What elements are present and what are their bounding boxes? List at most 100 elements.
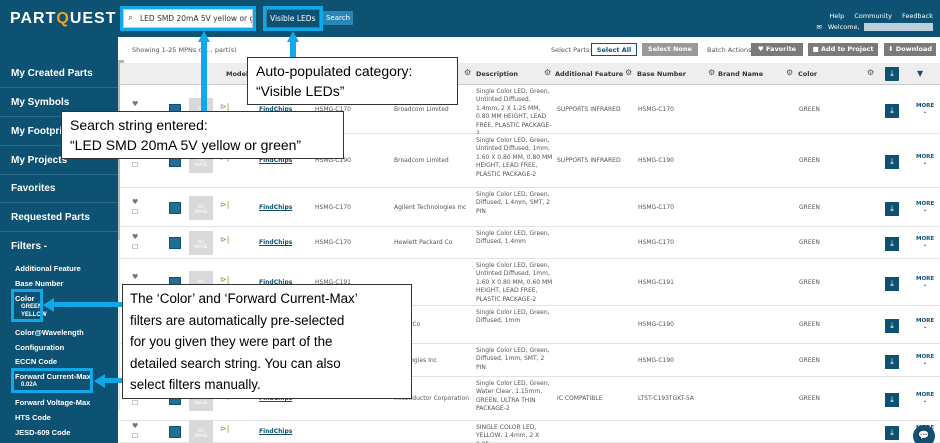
col-color[interactable]: Color <box>798 70 817 78</box>
findchips-link[interactable]: FindChips <box>259 204 292 211</box>
pdf-icon[interactable]: ⤓ <box>885 393 899 407</box>
gear-icon[interactable]: ⚙ <box>544 68 551 77</box>
chevron-down-icon: ⌄ <box>922 360 928 366</box>
symbol-icon[interactable] <box>169 426 181 438</box>
more-link[interactable]: MORE⌄ <box>916 103 934 115</box>
pdf-icon[interactable]: ⤓ <box>885 104 899 118</box>
col-base-number[interactable]: Base Number <box>637 70 686 78</box>
pdf-icon[interactable]: ⤓ <box>885 155 899 169</box>
base-number: HSMG-C190 <box>638 157 674 164</box>
results-count: Showing 1-25 MPNs of ... part(s) <box>132 46 237 54</box>
sidebar-item-favorites[interactable]: Favorites <box>0 175 118 203</box>
findchips-link[interactable]: FindChips <box>259 428 292 435</box>
more-link[interactable]: MORE⌄ <box>916 276 934 288</box>
gear-icon[interactable]: ⚙ <box>867 68 874 77</box>
category-callout: Auto-populated category: “Visible LEDs” <box>247 57 458 105</box>
filter-eccn-code[interactable]: ECCN Code <box>15 357 57 366</box>
col-description[interactable]: Description <box>476 70 518 78</box>
checkbox[interactable]: ☐ <box>132 208 138 216</box>
description: Single Color LED, Green, Diffused, 1.4mm… <box>476 191 550 215</box>
checkbox[interactable]: ☐ <box>132 399 138 407</box>
chevron-down-icon[interactable]: ▼ <box>917 69 923 78</box>
community-link[interactable]: Community <box>854 12 892 20</box>
filters-callout-line-3: for you given they were part of the <box>130 334 333 349</box>
color-value: GREEN <box>799 239 820 246</box>
mail-icon[interactable]: ✉ <box>816 23 821 31</box>
filter-jesd-609-code[interactable]: JESD-609 Code <box>15 428 70 437</box>
filter-forward-voltage-max[interactable]: Forward Voltage-Max <box>15 398 90 407</box>
search-arrow <box>201 41 207 111</box>
more-link[interactable]: MORE⌄ <box>916 354 934 366</box>
description: Single Color LED, Green, Diffused, 1mm, … <box>476 347 550 371</box>
more-link[interactable]: MORE⌄ <box>916 154 934 166</box>
table-row[interactable]: ♥ ☐ NO IMAGE ⊳| FindChips HSMG-C170 Hewlett Pac… <box>120 227 940 259</box>
pdf-icon[interactable]: ⤓ <box>885 237 899 251</box>
heart-icon[interactable]: ♥ <box>132 422 138 430</box>
part-image-thumbnail: NOIMAGE <box>189 231 213 255</box>
gear-icon[interactable]: ⚙ <box>464 68 471 77</box>
favorite-button[interactable]: ♥ Favorite <box>751 43 803 56</box>
download-button[interactable]: ⬇ Download <box>884 43 936 56</box>
filter-configuration[interactable]: Configuration <box>15 343 64 352</box>
filter-additional-feature[interactable]: Additional Feature <box>15 264 81 273</box>
more-link[interactable]: MORE⌄ <box>916 392 934 404</box>
chevron-down-icon: ⌄ <box>922 160 928 166</box>
pdf-icon[interactable]: ⤓ <box>885 355 899 369</box>
color-value: GREEN <box>799 321 820 328</box>
gear-icon[interactable]: ⚙ <box>625 68 632 77</box>
heart-icon[interactable]: ♥ <box>132 198 138 206</box>
checkbox[interactable]: ☐ <box>132 432 138 440</box>
base-number: HSMG-C170 <box>638 106 674 113</box>
chevron-down-icon: ⌄ <box>922 242 928 248</box>
add-to-project-button[interactable]: ■ Add to Project <box>808 43 878 56</box>
help-link[interactable]: Help <box>829 12 844 20</box>
col-additional-feature[interactable]: Additional Feature <box>555 70 623 78</box>
pdf-icon[interactable]: ⤓ <box>885 319 899 333</box>
pdf-icon[interactable]: ⤓ <box>885 202 899 216</box>
pdf-icon[interactable]: ⤓ <box>885 67 899 81</box>
pdf-icon[interactable]: ⤓ <box>885 277 899 291</box>
filters-heading[interactable]: Filters - <box>11 241 47 252</box>
sidebar-item-requested-parts[interactable]: Requested Parts <box>0 204 118 232</box>
search-button[interactable]: Search <box>323 11 353 25</box>
more-link[interactable]: MORE⌄ <box>916 236 934 248</box>
checkbox[interactable]: ☐ <box>132 243 138 251</box>
current-arrow-head <box>94 374 105 388</box>
filter-base-number[interactable]: Base Number <box>15 279 63 288</box>
select-none-button[interactable]: Select None <box>642 43 698 56</box>
color-arrow <box>53 302 122 307</box>
additional-feature: IC COMPATIBLE <box>557 395 603 402</box>
table-row[interactable]: ♥ ☐ NO IMAGE ⊳| FindChips SINGLE COLOR LED, YE… <box>120 420 940 443</box>
heart-icon[interactable]: ♥ <box>132 273 138 281</box>
heart-icon[interactable]: ♥ <box>132 100 138 108</box>
filter-color-wavelength[interactable]: Color@Wavelength <box>15 328 84 337</box>
chat-icon[interactable]: 💬 <box>913 425 935 443</box>
checkbox[interactable]: ☐ <box>132 161 138 169</box>
part-number[interactable]: HSMG-C170 <box>315 239 351 247</box>
welcome-area: ✉ Welcome, xxxxxxxxxxxxxxxxxx <box>816 23 933 31</box>
table-row[interactable]: ♥ ☐ NO IMAGE ⊳| FindChips HSMG-C170 Agilent Tec… <box>120 188 940 227</box>
chevron-down-icon: ⌄ <box>922 324 928 330</box>
findchips-link[interactable]: FindChips <box>259 239 292 246</box>
more-link[interactable]: MORE⌄ <box>916 318 934 330</box>
color-value: GREEN <box>799 106 820 113</box>
heart-icon[interactable]: ♥ <box>132 233 138 241</box>
symbol-icon[interactable] <box>169 202 181 214</box>
partquest-logo[interactable]: PARTQUEST <box>10 10 117 28</box>
col-model[interactable]: Model <box>226 70 248 78</box>
filters-callout-line-2: filters are automatically pre-selected <box>130 312 345 328</box>
category-highlight-box <box>263 6 323 31</box>
part-number[interactable]: HSMG-C170 <box>315 204 351 212</box>
welcome-text: Welcome, <box>827 23 860 31</box>
symbol-icon[interactable] <box>169 237 181 249</box>
description: Single Color LED, Green, Diffused, 1mm <box>476 309 550 325</box>
sidebar-item-my-created-parts[interactable]: My Created Parts <box>0 60 118 88</box>
filter-hts-code[interactable]: HTS Code <box>15 413 51 422</box>
pdf-icon[interactable]: ⤓ <box>885 426 899 440</box>
more-link[interactable]: MORE⌄ <box>916 201 934 213</box>
select-all-button[interactable]: Select All <box>591 43 637 56</box>
col-brand-name[interactable]: Brand Name <box>718 70 763 78</box>
gear-icon[interactable]: ⚙ <box>786 68 793 77</box>
feedback-link[interactable]: Feedback <box>902 12 933 20</box>
gear-icon[interactable]: ⚙ <box>708 68 715 77</box>
